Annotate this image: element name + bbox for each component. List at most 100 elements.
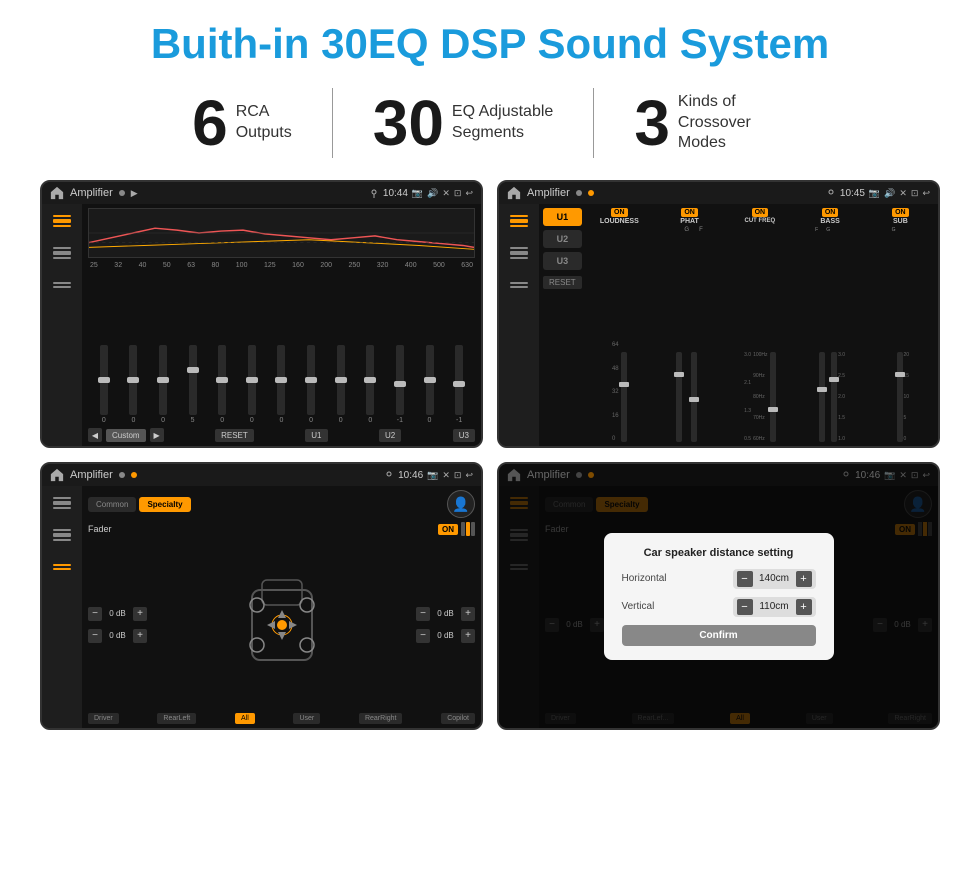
eq-slider-7[interactable]: 0 — [268, 345, 296, 424]
cross-u3-button[interactable]: U3 — [543, 252, 582, 270]
eq-reset-button[interactable]: RESET — [215, 429, 254, 442]
distance-dialog-overlay: Car speaker distance setting Horizontal … — [499, 464, 938, 728]
fader-copilot-btn[interactable]: Copilot — [441, 713, 475, 724]
eq-app-title: Amplifier — [70, 187, 113, 199]
screen-crossover: Amplifier 10:45 📷 🔊 ✕ ⊡ ↩ — [497, 180, 940, 448]
eq-prev-button[interactable]: ◀ — [88, 428, 102, 442]
eq-slider-11[interactable]: -1 — [386, 345, 414, 424]
eq-slider-6[interactable]: 0 — [238, 345, 266, 424]
eq-freq-labels: 253240506380100125160200250320400500630 — [88, 262, 475, 269]
dialog-horizontal-minus[interactable]: − — [737, 571, 753, 587]
cross-u2-button[interactable]: U2 — [543, 230, 582, 248]
dialog-horizontal-control: − 140cm + — [733, 569, 816, 589]
fader-status-left: Amplifier — [50, 468, 137, 482]
fader-sidebar-speaker[interactable] — [50, 558, 74, 576]
fader-status-bar: Amplifier 10:46 📷 ✕ ⊡ ↩ — [42, 464, 481, 486]
fader-specialty-tab[interactable]: Specialty — [139, 497, 190, 512]
eq-sidebar-eq[interactable] — [50, 212, 74, 230]
eq-sidebar-wave[interactable] — [50, 244, 74, 262]
eq-u1-button[interactable]: U1 — [305, 429, 327, 442]
stat-eq: 30 EQ AdjustableSegments — [333, 91, 594, 155]
cross-phat-on[interactable]: ON — [681, 208, 698, 217]
fader-sidebar-wave[interactable] — [50, 526, 74, 544]
cross-sidebar-eq[interactable] — [507, 212, 531, 230]
fader-all-btn[interactable]: All — [235, 713, 255, 724]
dialog-horizontal-plus[interactable]: + — [796, 571, 812, 587]
fader-common-tab[interactable]: Common — [88, 497, 136, 512]
eq-slider-5[interactable]: 0 — [208, 345, 236, 424]
cross-loudness-slider[interactable] — [621, 352, 627, 442]
eq-slider-2[interactable]: 0 — [120, 345, 148, 424]
fader-rearright-btn[interactable]: RearRight — [359, 713, 403, 724]
fader-minus-3[interactable]: − — [416, 607, 430, 621]
fader-rearleft-btn[interactable]: RearLeft — [157, 713, 196, 724]
cross-phat-header: ON PHAT — [680, 208, 699, 225]
cross-loudness-on[interactable]: ON — [611, 208, 628, 217]
fader-on-toggle: ON — [438, 522, 475, 536]
eq-slider-8[interactable]: 0 — [297, 345, 325, 424]
eq-sidebar-speaker[interactable] — [50, 276, 74, 294]
cross-sub-slider[interactable] — [897, 352, 903, 442]
cross-cutfreq-on[interactable]: ON — [752, 208, 769, 217]
fader-minus-4[interactable]: − — [416, 629, 430, 643]
stat-eq-number: 30 — [373, 91, 444, 155]
eq-slider-3[interactable]: 0 — [149, 345, 177, 424]
eq-preset-custom[interactable]: Custom — [106, 429, 146, 442]
cross-sidebar — [499, 204, 539, 446]
eq-sidebar — [42, 204, 82, 446]
eq-u2-button[interactable]: U2 — [379, 429, 401, 442]
cross-channels: ON LOUDNESS 64 48 32 16 0 — [586, 208, 934, 442]
cross-presets: U1 U2 U3 RESET — [543, 208, 582, 442]
eq-slider-9[interactable]: 0 — [327, 345, 355, 424]
cross-bass-on[interactable]: ON — [822, 208, 839, 217]
cross-content: U1 U2 U3 RESET ON LOUDNESS — [499, 204, 938, 446]
page-title: Buith-in 30EQ DSP Sound System — [30, 20, 950, 68]
cross-loudness-header: ON LOUDNESS — [600, 208, 639, 225]
dialog-vertical-minus[interactable]: − — [737, 599, 753, 615]
fader-main: Common Specialty 👤 Fader ON — [82, 486, 481, 728]
cross-sidebar-wave[interactable] — [507, 244, 531, 262]
cross-loudness-name: LOUDNESS — [600, 218, 639, 225]
eq-slider-10[interactable]: 0 — [356, 345, 384, 424]
profile-icon[interactable]: 👤 — [447, 490, 475, 518]
fader-body: − 0 dB + − 0 dB + — [88, 540, 475, 709]
fader-user-btn[interactable]: User — [293, 713, 320, 724]
cross-phat-slider-f[interactable] — [691, 352, 697, 442]
cross-cutfreq-header: ON CUT FREQ — [745, 208, 776, 224]
dialog-vertical-plus[interactable]: + — [796, 599, 812, 615]
cross-bass-slider-f[interactable] — [819, 352, 825, 442]
eq-slider-13[interactable]: -1 — [445, 345, 473, 424]
cross-cutfreq-slider[interactable] — [770, 352, 776, 442]
fader-sidebar-eq[interactable] — [50, 494, 74, 512]
cross-camera-icon: 📷 — [869, 188, 880, 199]
cross-dot2 — [588, 190, 594, 196]
cross-sub-name: SUB — [893, 218, 908, 225]
eq-status-left: Amplifier ▶ — [50, 186, 138, 200]
fader-minus-2[interactable]: − — [88, 629, 102, 643]
fader-minus-1[interactable]: − — [88, 607, 102, 621]
dialog-confirm-button[interactable]: Confirm — [622, 625, 816, 646]
cross-reset-button[interactable]: RESET — [543, 276, 582, 289]
cross-phat-slider-g[interactable] — [676, 352, 682, 442]
cross-bass-slider-g[interactable] — [831, 352, 837, 442]
fader-plus-3[interactable]: + — [461, 607, 475, 621]
dialog-vertical-value: 110cm — [757, 601, 792, 612]
fader-plus-2[interactable]: + — [133, 629, 147, 643]
fader-on-button[interactable]: ON — [438, 524, 458, 535]
screen-eq: Amplifier ▶ 10:44 📷 🔊 ✕ ⊡ ↩ — [40, 180, 483, 448]
fader-plus-1[interactable]: + — [133, 607, 147, 621]
fader-driver-btn[interactable]: Driver — [88, 713, 119, 724]
eq-bottom: ◀ Custom ▶ RESET U1 U2 U3 — [88, 428, 475, 442]
fader-content: Common Specialty 👤 Fader ON — [42, 486, 481, 728]
dialog-vertical-row: Vertical − 110cm + — [622, 597, 816, 617]
eq-u3-button[interactable]: U3 — [453, 429, 475, 442]
cross-u1-button[interactable]: U1 — [543, 208, 582, 226]
minimize-icon: ⊡ — [454, 188, 462, 199]
eq-next-button[interactable]: ▶ — [150, 428, 164, 442]
eq-slider-1[interactable]: 0 — [90, 345, 118, 424]
eq-slider-4[interactable]: 5 — [179, 345, 207, 424]
cross-sidebar-speaker[interactable] — [507, 276, 531, 294]
fader-plus-4[interactable]: + — [461, 629, 475, 643]
eq-slider-12[interactable]: 0 — [416, 345, 444, 424]
cross-sub-on[interactable]: ON — [892, 208, 909, 217]
